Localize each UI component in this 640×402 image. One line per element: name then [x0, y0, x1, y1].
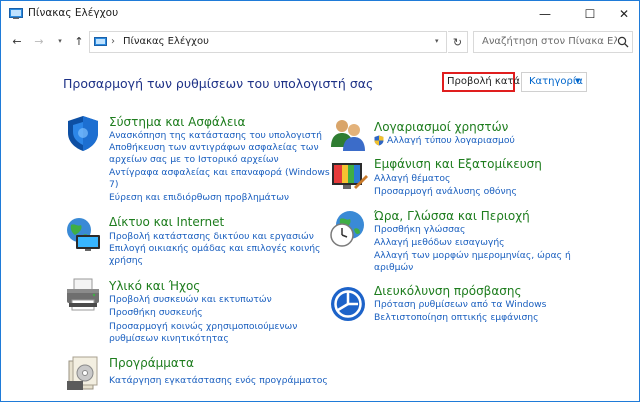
link-backup-restore-cont[interactable]: 7)	[109, 179, 118, 191]
view-by-label: Προβολή κατά:	[447, 76, 524, 87]
refresh-icon: ↻	[452, 35, 463, 49]
link-add-device[interactable]: Προσθήκη συσκευής	[109, 307, 203, 319]
link-optimize-visual-display[interactable]: Βελτιστοποίηση οπτικής εμφάνισης	[374, 312, 539, 324]
printer-icon[interactable]	[63, 276, 103, 316]
link-windows-suggest-settings[interactable]: Πρόταση ρυθμίσεων από τα Windows	[374, 299, 546, 311]
close-icon: ✕	[618, 7, 630, 21]
search-icon[interactable]	[617, 36, 629, 48]
navigation-bar: ← → ▾ ↑ › Πίνακας Ελέγχου ▾ ↻ Αναζήτηση …	[1, 31, 639, 53]
caret-down-icon: ▼	[575, 77, 581, 85]
breadcrumb-separator: ›	[111, 36, 115, 47]
category-title[interactable]: Σύστημα και Ασφάλεια	[109, 115, 245, 129]
refresh-button[interactable]: ↻	[448, 31, 468, 53]
link-input-methods[interactable]: Αλλαγή μεθόδων εισαγωγής	[374, 237, 505, 249]
link-change-theme[interactable]: Αλλαγή θέματος	[374, 173, 450, 185]
chevron-down-icon: ▾	[58, 37, 62, 45]
category-title[interactable]: Δίκτυο και Internet	[109, 215, 224, 229]
forward-button[interactable]: →	[31, 33, 47, 49]
category-title[interactable]: Λογαριασμοί χρηστών	[374, 120, 508, 134]
view-by-dropdown[interactable]: Κατηγορία ▼	[521, 72, 587, 92]
recent-locations-button[interactable]: ▾	[52, 33, 68, 49]
link-screen-resolution[interactable]: Προσαρμογή ανάλυσης οθόνης	[374, 186, 517, 198]
link-homegroup-cont[interactable]: χρήσης	[109, 255, 143, 267]
link-file-history[interactable]: Αποθήκευση των αντιγράφων ασφαλείας των	[109, 142, 319, 154]
category-title[interactable]: Υλικό και Ήχος	[109, 279, 200, 293]
clock-globe-icon[interactable]	[328, 209, 368, 249]
appearance-icon[interactable]	[328, 157, 368, 197]
minimize-button[interactable]: —	[526, 1, 564, 27]
link-review-status[interactable]: Ανασκόπηση της κατάστασης του υπολογιστή	[109, 130, 322, 142]
link-uninstall-program[interactable]: Κατάργηση εγκατάστασης ενός προγράμματος	[109, 375, 328, 387]
maximize-icon: ☐	[584, 7, 596, 21]
arrow-up-icon: ↑	[74, 34, 84, 48]
category-title[interactable]: Εμφάνιση και Εξατομίκευση	[374, 157, 542, 171]
address-bar[interactable]: › Πίνακας Ελέγχου ▾	[89, 31, 447, 53]
minimize-icon: —	[539, 7, 551, 21]
link-network-status[interactable]: Προβολή κατάστασης δικτύου και εργασιών	[109, 231, 314, 243]
control-panel-icon	[94, 37, 107, 46]
shield-icon[interactable]	[63, 113, 103, 153]
arrow-right-icon: →	[34, 34, 44, 48]
ease-of-access-icon[interactable]	[328, 284, 368, 324]
link-backup-restore[interactable]: Αντίγραφα ασφαλείας και επαναφορά (Windo…	[109, 167, 330, 179]
search-input[interactable]: Αναζήτηση στον Πίνακα Ελέγ...	[482, 36, 617, 47]
network-globe-icon[interactable]	[63, 213, 103, 253]
link-homegroup[interactable]: Επιλογή οικιακής ομάδας και επιλογές κοι…	[109, 243, 320, 255]
category-title[interactable]: Ώρα, Γλώσσα και Περιοχή	[374, 209, 530, 223]
link-date-time-formats[interactable]: Αλλαγή των μορφών ημερομηνίας, ώρας ή	[374, 250, 571, 262]
back-button[interactable]: ←	[9, 33, 25, 49]
page-title: Προσαρμογή των ρυθμίσεων του υπολογιστή …	[63, 76, 374, 91]
chevron-down-icon[interactable]: ▾	[435, 37, 439, 45]
link-add-language[interactable]: Προσθήκη γλώσσας	[374, 224, 465, 236]
link-mobility-settings[interactable]: Προσαρμογή κοινώς χρησιμοποιούμενων	[109, 321, 297, 333]
link-date-time-formats-cont[interactable]: αριθμών	[374, 262, 413, 274]
control-panel-icon	[9, 8, 23, 19]
category-title[interactable]: Διευκόλυνση πρόσβασης	[374, 284, 522, 298]
control-panel-window: Πίνακας Ελέγχου — ☐ ✕ ← → ▾ ↑ › Πίνακας …	[0, 0, 640, 402]
category-title[interactable]: Προγράμματα	[109, 356, 194, 370]
programs-icon[interactable]	[63, 353, 103, 393]
arrow-left-icon: ←	[12, 34, 22, 48]
maximize-button[interactable]: ☐	[571, 1, 609, 27]
users-icon[interactable]	[328, 113, 368, 153]
window-title: Πίνακας Ελέγχου	[28, 7, 119, 19]
search-box[interactable]: Αναζήτηση στον Πίνακα Ελέγ...	[473, 31, 633, 53]
link-troubleshoot[interactable]: Εύρεση και επιδιόρθωση προβλημάτων	[109, 192, 289, 204]
link-mobility-settings-cont[interactable]: ρυθμίσεων κινητικότητας	[109, 333, 229, 345]
link-change-account-type[interactable]: Αλλαγή τύπου λογαριασμού	[387, 135, 515, 147]
link-file-history-cont[interactable]: αρχείων σας με το Ιστορικό αρχείων	[109, 154, 279, 166]
uac-shield-icon	[374, 135, 384, 146]
link-devices-printers[interactable]: Προβολή συσκευών και εκτυπωτών	[109, 294, 272, 306]
close-button[interactable]: ✕	[605, 1, 640, 27]
title-bar: Πίνακας Ελέγχου — ☐ ✕	[1, 1, 639, 27]
breadcrumb-control-panel[interactable]: Πίνακας Ελέγχου	[123, 36, 209, 47]
up-button[interactable]: ↑	[71, 33, 87, 49]
